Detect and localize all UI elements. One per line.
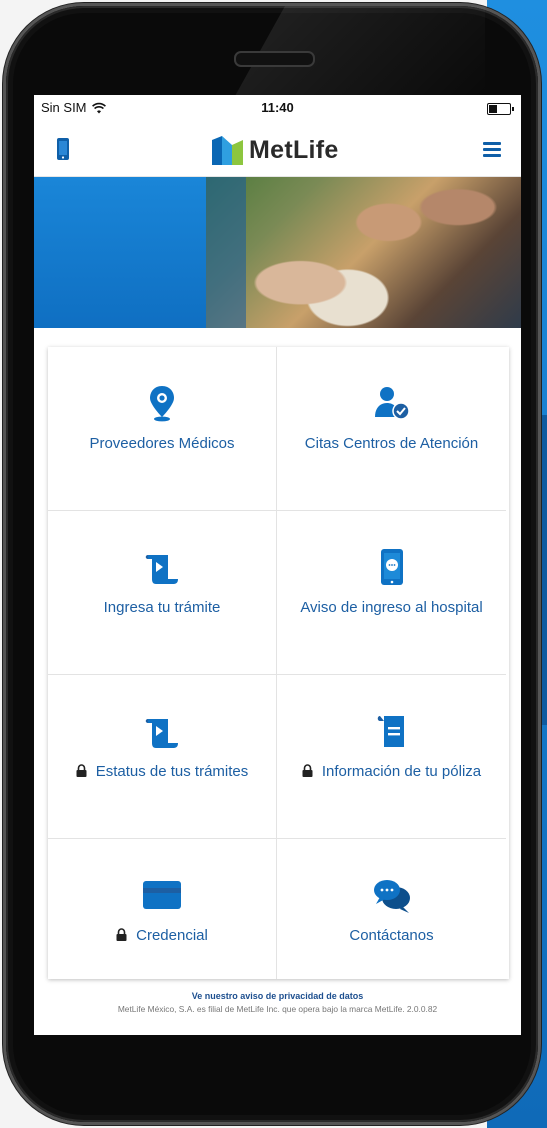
tile-proveedores-medicos[interactable]: Proveedores Médicos — [48, 347, 277, 511]
services-grid: Proveedores Médicos Citas Centros de Ate… — [48, 347, 509, 979]
tile-estatus-tramites[interactable]: Estatus de tus trámites — [48, 675, 277, 839]
tile-label: Credencial — [136, 927, 208, 944]
scroll-arrow-icon — [145, 555, 178, 584]
mobile-phone-icon[interactable] — [56, 137, 70, 161]
hamburger-menu-icon[interactable] — [483, 142, 501, 157]
privacy-link[interactable]: Ve nuestro aviso de privacidad de datos — [34, 991, 521, 1001]
tile-label-row: Información de tu póliza — [283, 761, 500, 783]
tile-informacion-poliza[interactable]: Información de tu póliza — [277, 675, 506, 839]
tile-citas-centros[interactable]: Citas Centros de Atención — [277, 347, 506, 511]
lock-icon — [116, 928, 127, 941]
family-photo — [206, 177, 521, 328]
tile-aviso-hospital[interactable]: Aviso de ingreso al hospital — [277, 511, 506, 675]
credit-card-icon — [143, 881, 181, 909]
status-bar: Sin SIM 11:40 — [34, 95, 521, 121]
battery-icon — [487, 103, 514, 115]
user-check-icon — [374, 387, 410, 420]
scroll-arrow-icon — [145, 719, 178, 748]
tile-label: Ingresa tu trámite — [103, 599, 221, 616]
tile-label: Aviso de ingreso al hospital — [300, 599, 483, 616]
app-header: MetLife — [34, 121, 521, 177]
app-screen: Sin SIM 11:40 MetLife Proveedores Médico… — [34, 95, 521, 1035]
metlife-m-icon — [212, 136, 243, 165]
hero-banner — [34, 177, 521, 328]
brand-name: MetLife — [249, 136, 339, 164]
tile-contactanos[interactable]: Contáctanos — [277, 839, 506, 979]
tile-label-row: Estatus de tus trámites — [54, 761, 270, 783]
footer: Ve nuestro aviso de privacidad de datos … — [34, 991, 521, 1014]
tile-label: Citas Centros de Atención — [304, 435, 479, 452]
chat-bubbles-icon — [373, 880, 410, 913]
phone-chat-icon — [380, 549, 403, 585]
tile-label-row: Credencial — [54, 925, 270, 947]
lock-icon — [76, 764, 87, 777]
tile-label: Información de tu póliza — [321, 763, 482, 780]
phone-speaker — [234, 51, 315, 67]
legal-text: MetLife México, S.A. es filial de MetLif… — [117, 1004, 438, 1014]
tile-credencial[interactable]: Credencial — [48, 839, 277, 979]
tile-label: Estatus de tus trámites — [95, 763, 249, 780]
hero-overlay — [206, 177, 246, 328]
tile-label: Proveedores Médicos — [89, 435, 235, 452]
location-pin-icon — [150, 386, 174, 422]
metlife-logo: MetLife — [212, 136, 339, 165]
lock-icon — [302, 764, 313, 777]
clock: 11:40 — [261, 100, 294, 115]
tile-label: Contáctanos — [349, 927, 434, 944]
document-icon — [377, 716, 404, 747]
tile-ingresa-tramite[interactable]: Ingresa tu trámite — [48, 511, 277, 675]
hero-blue-block — [34, 177, 206, 328]
